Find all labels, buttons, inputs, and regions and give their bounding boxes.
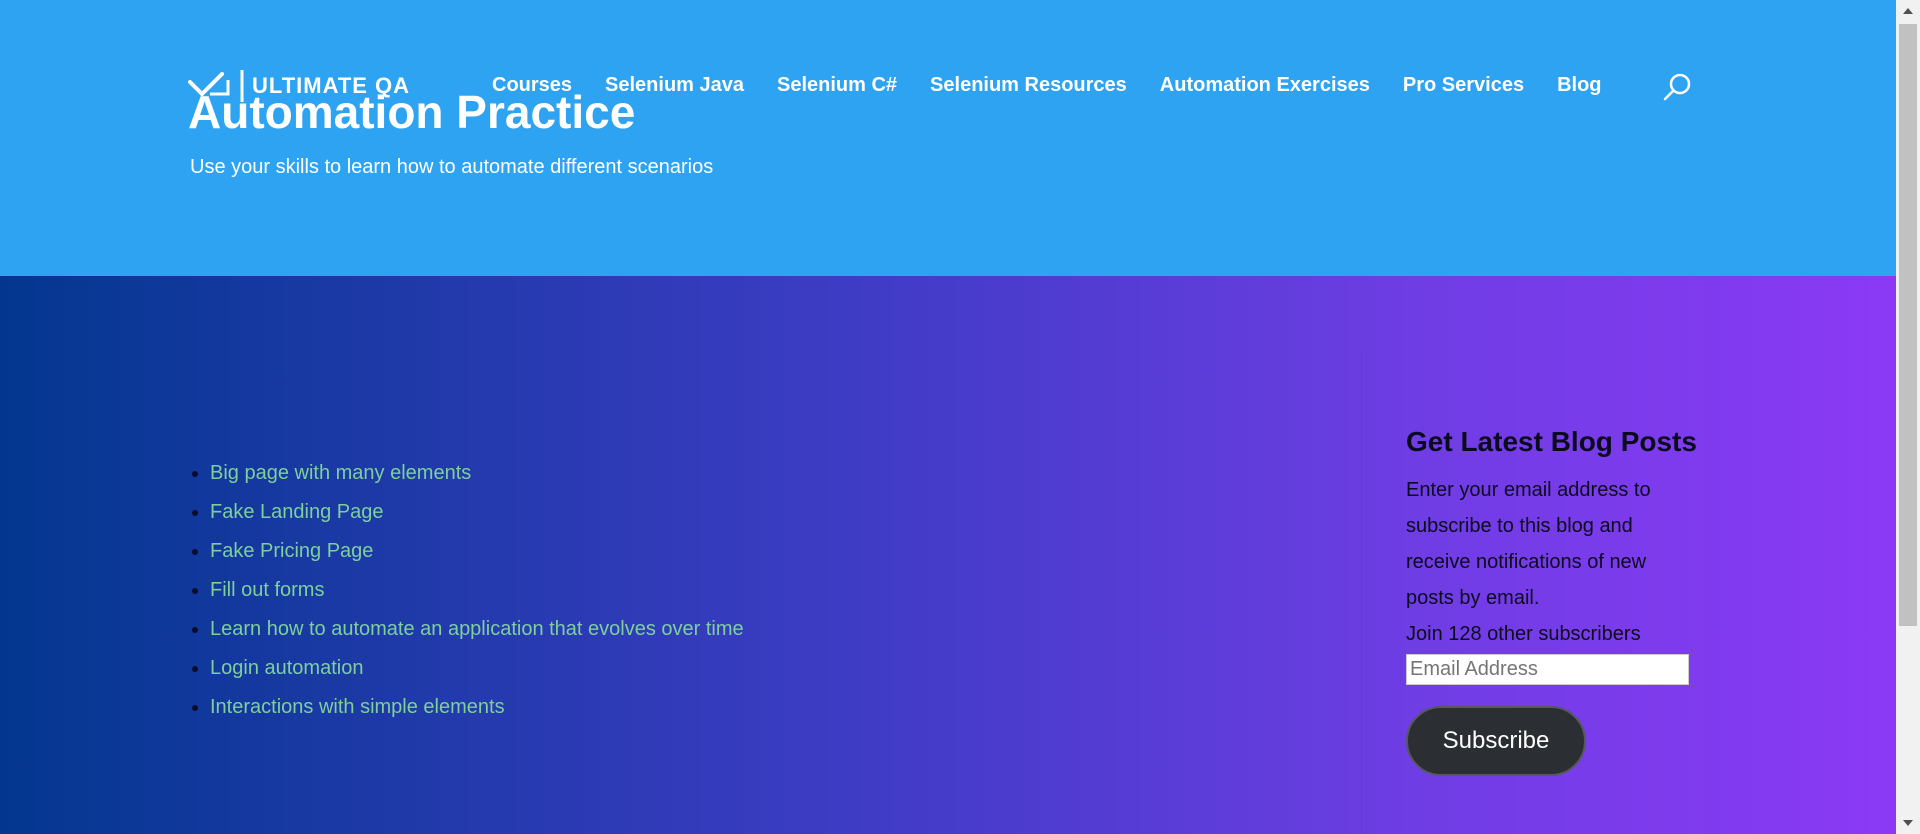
page-subtitle: Use your skills to learn how to automate… bbox=[190, 156, 714, 178]
search-icon[interactable] bbox=[1662, 72, 1692, 102]
email-field[interactable] bbox=[1406, 654, 1689, 685]
link-fake-landing-page[interactable]: Fake Landing Page bbox=[210, 501, 383, 523]
subscriber-count: Join 128 other subscribers bbox=[1406, 623, 1641, 645]
list-item: Big page with many elements bbox=[210, 454, 744, 493]
scroll-up-arrow-icon[interactable] bbox=[1896, 0, 1920, 22]
page-title: Automation Practice bbox=[188, 86, 636, 138]
nav-automation-exercises[interactable]: Automation Exercises bbox=[1160, 74, 1370, 97]
link-evolving-application[interactable]: Learn how to automate an application tha… bbox=[210, 618, 744, 640]
subscribe-widget: Get Latest Blog Posts Enter your email a… bbox=[1406, 424, 1706, 776]
list-item: Fill out forms bbox=[210, 571, 744, 610]
scroll-down-arrow-icon[interactable] bbox=[1896, 812, 1920, 834]
scrollbar[interactable] bbox=[1896, 0, 1920, 834]
main-nav: Courses Selenium Java Selenium C# Seleni… bbox=[492, 74, 1626, 97]
page-header: ULTIMATE QA Courses Selenium Java Seleni… bbox=[0, 0, 1896, 276]
list-item: Interactions with simple elements bbox=[210, 688, 744, 727]
link-fill-out-forms[interactable]: Fill out forms bbox=[210, 579, 324, 601]
link-big-page[interactable]: Big page with many elements bbox=[210, 462, 471, 484]
page: ULTIMATE QA Courses Selenium Java Seleni… bbox=[0, 0, 1920, 834]
nav-blog[interactable]: Blog bbox=[1557, 74, 1601, 97]
link-simple-elements[interactable]: Interactions with simple elements bbox=[210, 696, 505, 718]
widget-description: Enter your email address to subscribe to… bbox=[1406, 479, 1651, 609]
practice-links-list: Big page with many elements Fake Landing… bbox=[190, 454, 744, 727]
list-item: Fake Landing Page bbox=[210, 493, 744, 532]
widget-title: Get Latest Blog Posts bbox=[1406, 426, 1697, 457]
link-login-automation[interactable]: Login automation bbox=[210, 657, 363, 679]
link-fake-pricing-page[interactable]: Fake Pricing Page bbox=[210, 540, 373, 562]
list-item: Learn how to automate an application tha… bbox=[210, 610, 744, 649]
nav-pro-services[interactable]: Pro Services bbox=[1403, 74, 1524, 97]
subscribe-button[interactable]: Subscribe bbox=[1406, 706, 1586, 776]
nav-selenium-csharp[interactable]: Selenium C# bbox=[777, 74, 897, 97]
nav-selenium-resources[interactable]: Selenium Resources bbox=[930, 74, 1127, 97]
list-item: Login automation bbox=[210, 649, 744, 688]
list-item: Fake Pricing Page bbox=[210, 532, 744, 571]
sidebar-divider bbox=[1361, 352, 1362, 834]
scrollbar-thumb[interactable] bbox=[1899, 24, 1917, 626]
